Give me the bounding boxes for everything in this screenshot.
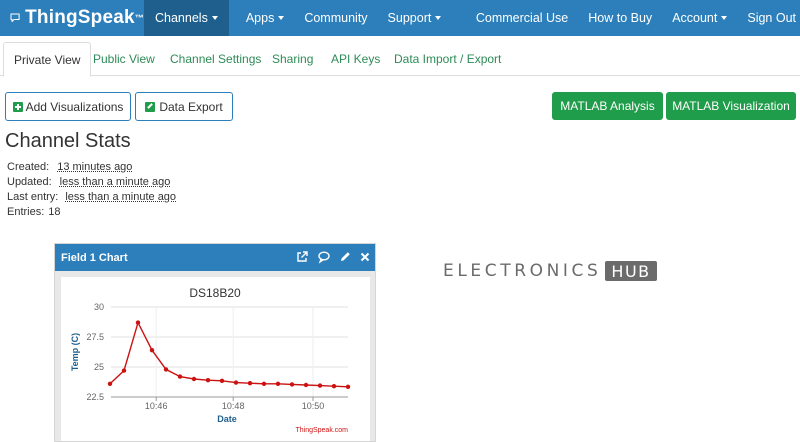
chart-title: DS18B20 — [189, 286, 241, 300]
stat-updated-label: Updated: — [7, 176, 52, 188]
channel-tabs: Private View Public View Channel Setting… — [0, 42, 800, 77]
chat-bubble-icon — [10, 13, 20, 23]
data-point — [289, 382, 295, 387]
data-point — [317, 383, 323, 388]
data-export-button[interactable]: Data Export — [135, 92, 233, 121]
tab-data-import-export[interactable]: Data Import / Export — [384, 42, 511, 76]
close-icon[interactable] — [358, 250, 372, 264]
nav-channels[interactable]: Channels — [144, 0, 229, 36]
y-tick-label: 22.5 — [86, 392, 104, 402]
data-point — [303, 382, 309, 388]
nav-sign-out[interactable]: Sign Out — [737, 0, 800, 36]
line-chart: 22.5 25 27.5 30 10:46 10:48 10:50 DS18B20 Date Te… — [70, 286, 351, 434]
nav-sign-out-label: Sign Out — [747, 11, 796, 25]
stat-updated: Updated: less than a minute ago — [7, 175, 176, 190]
data-point — [345, 384, 351, 389]
y-tick-label: 25 — [94, 362, 104, 372]
field-1-chart-widget: Field 1 Chart 22.5 25 27.5 30 10:46 10:48 10:5… — [54, 243, 376, 442]
data-point — [247, 381, 253, 386]
data-point — [107, 381, 113, 386]
matlab-visualization-button[interactable]: MATLAB Visualization — [666, 92, 796, 120]
nav-channels-label: Channels — [155, 11, 208, 25]
caret-down-icon — [211, 16, 218, 20]
data-point — [163, 367, 169, 372]
x-tick-label: 10:48 — [222, 401, 245, 411]
nav-support-label: Support — [387, 11, 432, 25]
tab-sharing[interactable]: Sharing — [262, 42, 323, 76]
plus-icon — [12, 101, 23, 112]
comment-icon[interactable] — [317, 250, 331, 264]
y-tick-label: 30 — [94, 302, 104, 312]
nav-account[interactable]: Account — [662, 0, 737, 36]
widget-title: Field 1 Chart — [61, 251, 128, 264]
data-point — [135, 320, 141, 325]
brand-logo[interactable]: ThingSpeak ™ — [0, 0, 144, 36]
nav-community-label: Community — [304, 11, 368, 25]
data-point — [191, 376, 197, 382]
data-point — [149, 348, 155, 353]
pencil-icon[interactable] — [338, 250, 352, 264]
data-point — [275, 381, 281, 386]
x-tick-label: 10:50 — [302, 401, 325, 411]
brand-trademark: ™ — [134, 13, 144, 23]
watermark-text: ELECTRONICS — [443, 261, 602, 281]
tab-api-keys[interactable]: API Keys — [321, 42, 390, 76]
external-link-icon[interactable] — [295, 250, 309, 264]
watermark-box: HUB — [605, 261, 657, 281]
nav-how-to-buy-label: How to Buy — [588, 11, 653, 25]
stat-updated-value: less than a minute ago — [59, 176, 171, 188]
brand-name: ThingSpeak — [25, 7, 135, 28]
add-visualizations-label: Add Visualizations — [25, 99, 124, 114]
tab-channel-settings[interactable]: Channel Settings — [160, 42, 271, 76]
nav-account-label: Account — [672, 11, 718, 25]
data-export-label: Data Export — [159, 99, 223, 114]
stat-created-value: 13 minutes ago — [57, 161, 133, 173]
stat-entries-value: 18 — [48, 206, 61, 218]
channel-stats-title: Channel Stats — [5, 130, 131, 152]
tab-public-view[interactable]: Public View — [83, 42, 165, 76]
data-point — [261, 381, 267, 386]
stat-last-entry-value: less than a minute ago — [65, 191, 177, 203]
caret-down-icon — [278, 16, 285, 20]
nav-commercial-label: Commercial Use — [475, 11, 569, 25]
caret-down-icon — [721, 16, 728, 20]
stat-entries: Entries: 18 — [7, 205, 176, 220]
stat-created: Created: 13 minutes ago — [7, 160, 176, 175]
data-point — [219, 378, 225, 383]
nav-commercial-use[interactable]: Commercial Use — [466, 0, 578, 36]
data-point — [233, 380, 239, 385]
tab-private-view[interactable]: Private View — [3, 42, 92, 77]
matlab-analysis-button[interactable]: MATLAB Analysis — [552, 92, 663, 120]
y-tick-label: 27.5 — [86, 332, 104, 342]
series-line — [109, 320, 349, 388]
export-icon — [145, 101, 156, 112]
nav-apps[interactable]: Apps — [236, 0, 295, 36]
top-navbar: ThingSpeak ™ Channels Apps Community Supp… — [0, 0, 800, 36]
stat-last-entry: Last entry: less than a minute ago — [7, 190, 176, 205]
nav-how-to-buy[interactable]: How to Buy — [578, 0, 662, 36]
data-point — [121, 368, 127, 373]
electronics-hub-watermark: ELECTRONICS HUB — [443, 261, 657, 281]
data-point — [177, 374, 183, 379]
chart-panel: 22.5 25 27.5 30 10:46 10:48 10:50 DS18B20 Date Te… — [61, 277, 370, 441]
x-tick-label: 10:46 — [145, 401, 168, 411]
nav-community[interactable]: Community — [294, 0, 377, 36]
chart-credit: ThingSpeak.com — [295, 427, 348, 434]
stat-created-label: Created: — [7, 161, 50, 173]
stat-last-entry-label: Last entry: — [7, 191, 59, 203]
widget-header: Field 1 Chart — [55, 244, 375, 271]
add-visualizations-button[interactable]: Add Visualizations — [5, 92, 131, 121]
x-axis-label: Date — [217, 414, 237, 424]
data-point — [331, 384, 337, 389]
data-point — [205, 378, 211, 383]
caret-down-icon — [435, 16, 442, 20]
channel-stats-list: Created: 13 minutes ago Updated: less th… — [7, 160, 176, 220]
stat-entries-label: Entries: — [7, 206, 45, 218]
nav-apps-label: Apps — [245, 11, 275, 25]
nav-support[interactable]: Support — [378, 0, 452, 36]
y-axis-label: Temp (C) — [70, 333, 80, 371]
